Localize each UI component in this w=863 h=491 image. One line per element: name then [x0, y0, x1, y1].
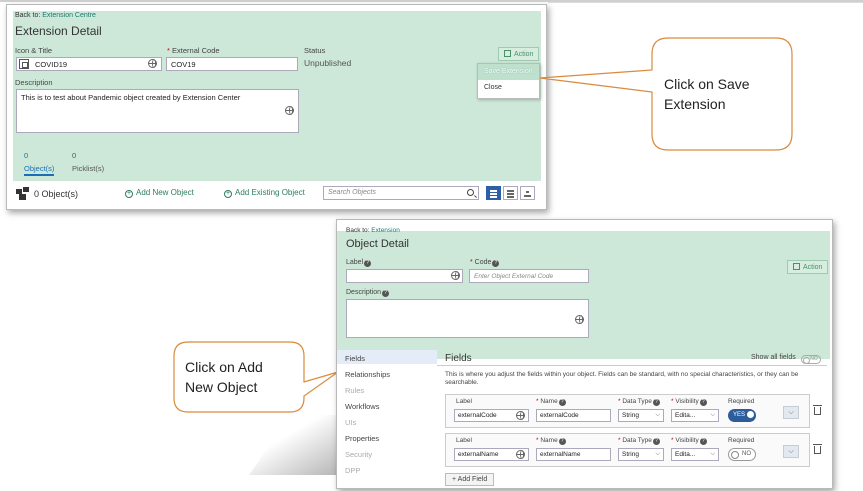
help-icon: ? [558, 399, 566, 406]
external-link-icon [793, 263, 800, 270]
external-link-icon [504, 50, 511, 57]
object-header-panel [337, 231, 830, 359]
field-row-external-code: Label * Name? * Data Type? * Visibility?… [445, 394, 810, 428]
help-icon: ? [652, 399, 660, 406]
help-icon: ? [492, 260, 500, 267]
chevron-down-icon: ⌵ [788, 409, 794, 416]
help-icon: ? [652, 438, 660, 445]
search-icon[interactable] [467, 189, 474, 196]
extension-detail-screenshot: Back to: Extension Centre Extension Deta… [6, 4, 547, 210]
page-title: Extension Detail [15, 24, 102, 38]
list-view-button[interactable] [486, 186, 501, 200]
show-all-fields-toggle[interactable]: NO [800, 355, 821, 364]
help-icon: ? [382, 290, 390, 297]
top-rule-secondary [548, 2, 863, 3]
chevron-down-icon: ⌵ [710, 412, 715, 418]
chevron-down-icon: ⌵ [655, 412, 660, 418]
required-toggle[interactable]: NO [728, 448, 756, 461]
visibility-select[interactable]: Edita... ⌵ [671, 448, 719, 461]
sidebar-item-uis[interactable]: UIs [345, 418, 356, 427]
field-name-input[interactable]: externalCode [536, 409, 611, 422]
data-type-select[interactable]: String ⌵ [618, 409, 664, 422]
object-count: 0 Object(s) [16, 187, 78, 200]
action-button[interactable]: Action [498, 47, 540, 61]
trash-icon[interactable] [813, 405, 822, 415]
breadcrumb: Back to: Extension [346, 227, 400, 234]
help-icon: ? [364, 260, 372, 267]
search-objects-input[interactable]: Search Objects [323, 186, 479, 200]
description-input[interactable] [346, 299, 589, 338]
description-label: Description? [346, 289, 390, 297]
chevron-down-icon: ⌵ [788, 448, 794, 455]
breadcrumb: Back to: Extension Centre [15, 12, 96, 19]
sidebar-item-properties[interactable]: Properties [345, 434, 379, 443]
trash-icon[interactable] [813, 444, 822, 454]
globe-icon[interactable] [285, 106, 294, 115]
tab-objects[interactable]: 0 Object(s) [24, 151, 55, 176]
fields-section-title: Fields [445, 353, 472, 364]
objects-icon [16, 187, 30, 200]
plus-circle-icon: + [125, 190, 133, 198]
expand-row-button[interactable]: ⌵ [783, 445, 799, 458]
back-to-extension-centre-link[interactable]: Extension Centre [42, 12, 96, 19]
required-toggle[interactable]: YES [728, 409, 756, 422]
tab-picklists[interactable]: 0 Picklist(s) [72, 151, 104, 173]
sidebar-item-workflows[interactable]: Workflows [345, 402, 379, 411]
globe-icon[interactable] [451, 271, 460, 280]
chevron-down-icon: ⌵ [655, 451, 660, 457]
divider [437, 365, 827, 366]
page-title: Object Detail [346, 238, 409, 250]
back-to-extension-link[interactable]: Extension [371, 227, 400, 234]
sidebar-item-rules[interactable]: Rules [345, 386, 364, 395]
hierarchy-view-button[interactable] [520, 186, 535, 200]
sidebar-item-relationships[interactable]: Relationships [345, 370, 390, 379]
sidebar-item-dpp[interactable]: DPP [345, 466, 360, 475]
action-menu: Save Extension Close [477, 63, 540, 99]
save-extension-menu-item[interactable]: Save Extension [478, 64, 539, 80]
code-field-label: * Code? [470, 259, 500, 267]
help-icon: ? [558, 438, 566, 445]
label-field-label: Label? [346, 259, 372, 267]
code-input[interactable]: Enter Object External Code [469, 269, 589, 283]
description-label: Description [15, 78, 53, 87]
status-value: Unpublished [304, 58, 352, 68]
add-field-button[interactable]: + Add Field [445, 473, 495, 486]
close-menu-item[interactable]: Close [478, 80, 539, 96]
fields-intro-text: This is where you adjust the fields with… [445, 371, 799, 386]
action-button[interactable]: Action [787, 260, 829, 274]
help-icon: ? [699, 399, 707, 406]
expand-row-button[interactable]: ⌵ [783, 406, 799, 419]
add-new-object-callout: Click on Add New Object [185, 359, 263, 395]
external-code-label: * External Code [167, 46, 220, 55]
globe-icon[interactable] [148, 59, 157, 68]
field-row-external-name: Label * Name? * Data Type? * Visibility?… [445, 433, 810, 467]
external-code-input[interactable]: COV19 [166, 57, 298, 71]
add-existing-object-button[interactable]: + Add Existing Object [224, 188, 305, 198]
help-icon: ? [699, 438, 707, 445]
globe-icon[interactable] [575, 315, 584, 324]
object-detail-screenshot: Back to: Extension Object Detail Label? … [336, 219, 833, 489]
globe-icon[interactable] [516, 411, 525, 420]
visibility-select[interactable]: Edita... ⌵ [671, 409, 719, 422]
description-input[interactable]: This is to test about Pandemic object cr… [16, 89, 299, 133]
chevron-down-icon: ⌵ [710, 451, 715, 457]
picture-icon[interactable] [19, 59, 29, 69]
plus-circle-icon: + [224, 190, 232, 198]
save-extension-callout: Click on Save Extension [664, 76, 750, 112]
show-all-fields: Show all fields NO [751, 354, 821, 364]
data-type-select[interactable]: String ⌵ [618, 448, 664, 461]
add-new-object-button[interactable]: + Add New Object [125, 188, 194, 198]
field-name-input[interactable]: externalName [536, 448, 611, 461]
detail-view-button[interactable] [503, 186, 518, 200]
sidebar-item-fields[interactable]: Fields [345, 354, 365, 363]
status-label: Status [304, 46, 326, 55]
globe-icon[interactable] [516, 450, 525, 459]
label-input[interactable] [346, 269, 463, 283]
icon-title-input[interactable]: COVID19 [16, 57, 162, 71]
sidebar-item-security[interactable]: Security [345, 450, 372, 459]
icon-title-label: Icon & Title [15, 46, 53, 55]
